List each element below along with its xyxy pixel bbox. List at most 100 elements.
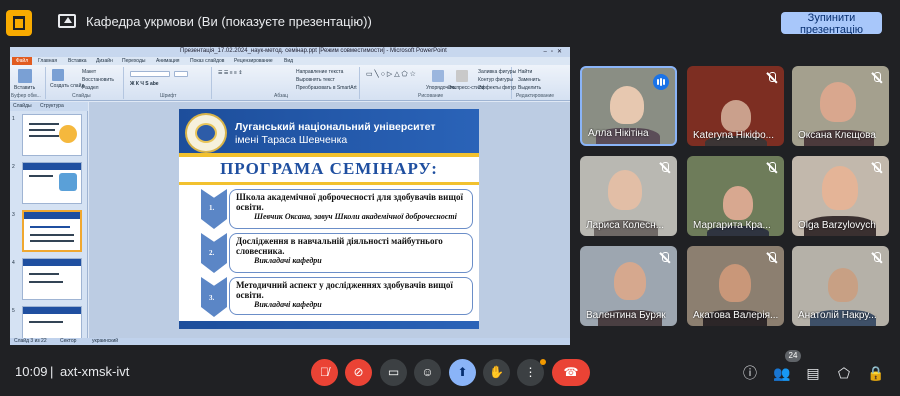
section-label[interactable]: Раздел [82, 85, 99, 91]
ribbon-group-paragraph: ☰ ☰ ≡ ≡ ⇕ Направление текста Выровнять т… [214, 67, 360, 99]
slide-thumbnail[interactable] [22, 114, 82, 156]
ppt-tab-transitions[interactable]: Переходы [122, 57, 145, 65]
tab-outline[interactable]: Структура [40, 103, 64, 109]
participant-tile[interactable]: Лариса Колесн... [580, 156, 677, 236]
paste-icon[interactable] [18, 69, 32, 83]
participant-video [820, 82, 856, 122]
ppt-tab-design[interactable]: Дизайн [96, 57, 113, 65]
participant-tile[interactable]: Алла Нікітіна [580, 66, 677, 146]
participant-tile[interactable]: Kateryna Нікіфо... [687, 66, 784, 146]
clipboard-group-label: Буфер обм... [11, 93, 41, 99]
ppt-tab-view[interactable]: Вид [284, 57, 293, 65]
drawing-group-label: Рисование [418, 93, 444, 99]
participant-tile[interactable]: Анатолій Накру... [792, 246, 889, 326]
program-item-speaker: Шевчик Оксана, завуч Школи академічної д… [254, 212, 457, 221]
window-controls: –▫✕ [543, 49, 566, 55]
people-button[interactable]: 👥 [772, 363, 792, 383]
participant-tile[interactable]: Оксана Клєщова [792, 66, 889, 146]
present-screen-icon [58, 14, 76, 28]
item-number: 1. [209, 204, 215, 212]
participant-name: Алла Нікітіна [588, 128, 649, 139]
reset-label[interactable]: Восстановить [82, 77, 114, 83]
stop-presenting-button[interactable]: Зупинити презентацію [781, 12, 882, 34]
participant-tile[interactable]: Olga Barzylovych [792, 156, 889, 236]
slide-thumbnail[interactable] [22, 162, 82, 204]
arrange-icon[interactable] [432, 70, 444, 82]
muted-mic-icon [766, 252, 778, 264]
slide-thumbnail[interactable] [22, 258, 82, 300]
smartart-label[interactable]: Преобразовать в SmartArt [296, 85, 357, 91]
participant-tile[interactable]: Маргарита Кра... [687, 156, 784, 236]
participant-video [719, 264, 751, 302]
mic-off-button[interactable]: 🎙̸ [311, 359, 338, 386]
more-vert-icon: ⋮ [524, 365, 537, 379]
separator: | [50, 364, 54, 379]
new-slide-icon[interactable] [52, 69, 64, 81]
font-name-box[interactable] [130, 71, 170, 77]
captions-button[interactable]: ▭ [380, 359, 407, 386]
text-direction-label[interactable]: Направление текста [296, 69, 343, 75]
find-label[interactable]: Найти [518, 69, 532, 75]
ppt-tab-animation[interactable]: Анимация [156, 57, 179, 65]
thumb-header [23, 259, 81, 266]
thumb-text-line [29, 321, 63, 323]
participant-name: Kateryna Нікіфо... [693, 130, 774, 141]
panel-tabs: Слайды Структура [10, 102, 88, 111]
thumb-number: 2 [12, 164, 15, 170]
tab-slides[interactable]: Слайды [13, 103, 32, 109]
seminar-program-heading: ПРОГРАМА СЕМІНАРУ: [220, 159, 438, 178]
chat-button[interactable]: ▤ [803, 363, 823, 383]
participant-video [614, 262, 646, 300]
font-size-box[interactable] [174, 71, 188, 77]
participant-video [608, 170, 642, 210]
ppt-tab-review[interactable]: Рецензирование [234, 57, 273, 65]
emoji-reactions-button[interactable]: ☺ [414, 359, 441, 386]
raise-hand-button[interactable]: ✋ [483, 359, 510, 386]
ppt-tab-insert[interactable]: Вставка [68, 57, 87, 65]
ppt-file-tab[interactable]: Файл [12, 57, 32, 65]
paste-label[interactable]: Вставить [14, 85, 35, 91]
participant-name: Маргарита Кра... [693, 220, 771, 231]
replace-label[interactable]: Заменить [518, 77, 540, 83]
program-item-speaker: Викладачі кафедри [254, 300, 322, 309]
slide-thumbnail-selected[interactable] [22, 210, 82, 252]
thumb-number: 5 [12, 308, 15, 314]
shape-outline-label[interactable]: Контур фигуры [478, 77, 513, 83]
bold-italic-underline-icons[interactable]: Ж К Ч S abe [130, 81, 159, 87]
program-item-speaker: Викладачі кафедри [254, 256, 322, 265]
ppt-tab-home[interactable]: Главная [38, 57, 57, 65]
select-label[interactable]: Выделить [518, 85, 541, 91]
shared-powerpoint-window: Презентація_17.02.2024_наук-метод. семін… [10, 47, 570, 345]
activities-icon: ⬠ [837, 365, 851, 381]
shape-effects-label[interactable]: Эффекты фигур [478, 85, 516, 91]
list-align-icons[interactable]: ☰ ☰ ≡ ≡ ⇕ [218, 70, 243, 76]
thumb-header [24, 212, 80, 219]
thumb-text-line [29, 123, 59, 125]
slide-thumbnails-panel: Слайды Структура 1 2 3 4 5 [10, 102, 88, 345]
ppt-statusbar: Слайд 3 из 22 Сектор украинский [10, 338, 570, 345]
participant-tile[interactable]: Акатова Валерія... [687, 246, 784, 326]
meeting-info-button[interactable]: ⓘ [740, 363, 760, 383]
layout-label[interactable]: Макет [82, 69, 96, 75]
shapes-gallery-icons[interactable]: ▭ ╲ ○ ▷ △ ⬠ ☆ [366, 70, 416, 78]
camera-off-button[interactable]: ⊘ [345, 359, 372, 386]
paragraph-group-label: Абзац [274, 93, 289, 99]
leave-call-button[interactable]: ☎ [552, 359, 590, 386]
shape-fill-label[interactable]: Заливка фигуры [478, 69, 516, 75]
participant-tile[interactable]: Валентина Буряк [580, 246, 677, 326]
align-text-label[interactable]: Выровнять текст [296, 77, 335, 83]
host-controls-button[interactable]: 🔒 [866, 363, 886, 383]
current-time: 10:09 [15, 364, 48, 379]
ppt-tab-slideshow[interactable]: Показ слайдов [190, 57, 224, 65]
create-slide-label[interactable]: Создать слайд [50, 83, 84, 89]
info-icon: ⓘ [743, 365, 757, 381]
current-slide[interactable]: Луганський національний університет імен… [179, 109, 479, 329]
present-now-button[interactable]: ⬆ [449, 359, 476, 386]
quick-styles-icon[interactable] [456, 70, 468, 82]
activities-button[interactable]: ⬠ [834, 363, 854, 383]
meeting-code: axt-xmsk-ivt [60, 364, 130, 379]
camera-off-icon: ⊘ [353, 365, 364, 379]
program-item-title: Школа академічної доброчесності для здоб… [236, 192, 463, 212]
slide-footer-band [179, 321, 479, 329]
ribbon-group-slides: Создать слайд Макет Восстановить Раздел … [48, 67, 124, 99]
